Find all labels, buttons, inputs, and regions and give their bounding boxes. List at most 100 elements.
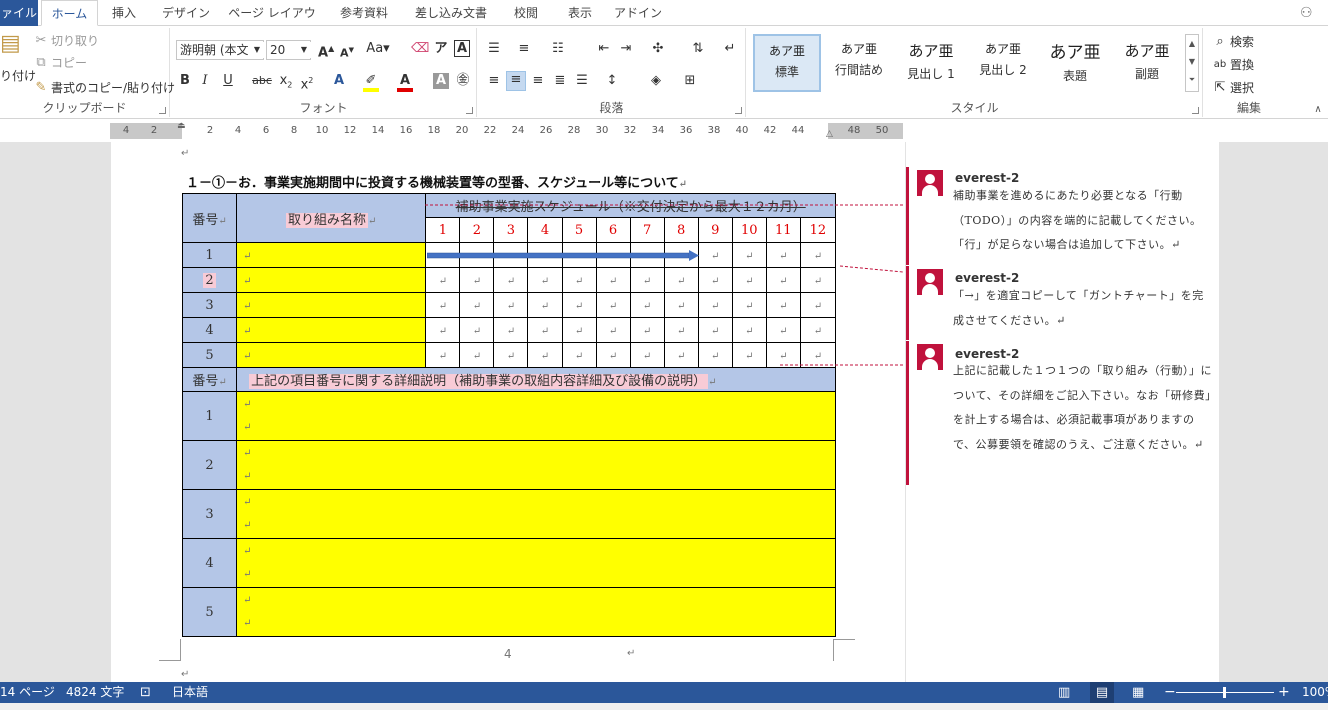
- style-subtitle[interactable]: あア亜 副題: [1113, 34, 1181, 92]
- schedule-cell[interactable]: ↵: [425, 292, 461, 318]
- month-cell[interactable]: 1: [425, 217, 461, 243]
- enclosed-character-icon[interactable]: ㊎: [455, 73, 471, 89]
- gantt-arrow[interactable]: [427, 250, 699, 261]
- schedule-cell[interactable]: ↵: [765, 317, 801, 343]
- superscript-icon[interactable]: x2: [299, 73, 315, 93]
- schedule-cell[interactable]: ↵: [663, 292, 699, 318]
- strikethrough-icon[interactable]: abc: [251, 73, 273, 89]
- schedule-cell[interactable]: ↵: [527, 267, 563, 293]
- schedule-cell[interactable]: ↵: [765, 242, 801, 268]
- replace-button[interactable]: 置換: [1230, 57, 1254, 73]
- show-marks-icon[interactable]: ↵: [722, 41, 738, 57]
- multilevel-list-icon[interactable]: ☷: [550, 41, 566, 57]
- detail-content-cell[interactable]: ↵ ↵: [236, 391, 836, 441]
- numbering-icon[interactable]: ≡: [516, 41, 532, 57]
- increase-indent-icon[interactable]: ⇥: [618, 41, 634, 57]
- schedule-cell[interactable]: ↵: [629, 342, 665, 368]
- language[interactable]: 日本語: [172, 682, 208, 703]
- page-count[interactable]: 14 ページ: [0, 682, 55, 703]
- schedule-cell[interactable]: ↵: [493, 317, 529, 343]
- clear-formatting-icon[interactable]: ⌫: [411, 41, 429, 57]
- schedule-cell[interactable]: ↵: [799, 317, 837, 343]
- month-cell[interactable]: 3: [493, 217, 529, 243]
- tab-insert[interactable]: 挿入: [104, 0, 144, 26]
- schedule-cell[interactable]: ↵: [595, 317, 631, 343]
- character-shading-icon[interactable]: A: [433, 73, 449, 89]
- tab-file[interactable]: ァイル: [0, 0, 38, 26]
- schedule-cell[interactable]: ↵: [697, 242, 733, 268]
- schedule-cell[interactable]: ↵: [561, 342, 597, 368]
- select-button[interactable]: 選択: [1230, 80, 1254, 96]
- month-cell[interactable]: 9: [697, 217, 733, 243]
- bullets-icon[interactable]: ☰: [486, 41, 502, 57]
- underline-icon[interactable]: U: [220, 73, 236, 89]
- zoom-slider-thumb[interactable]: [1223, 687, 1226, 698]
- detail-content-cell[interactable]: ↵ ↵: [236, 538, 836, 588]
- task-name-cell[interactable]: ↵: [236, 242, 427, 268]
- schedule-header-cell[interactable]: 補助事業実施スケジュール（※交付決定から最大１２カ月）: [425, 193, 836, 218]
- schedule-cell[interactable]: ↵: [663, 317, 699, 343]
- format-painter-button[interactable]: 書式のコピー/貼り付け: [51, 80, 175, 96]
- borders-icon[interactable]: ⊞: [682, 73, 698, 89]
- zoom-out-icon[interactable]: −: [1164, 682, 1176, 703]
- right-indent-marker[interactable]: △: [826, 129, 833, 139]
- style-heading-1[interactable]: あア亜 見出し 1: [897, 34, 965, 92]
- comment-2[interactable]: everest-2 「→」を適宜コピーして「ガントチャート」を完成させてください…: [906, 266, 1219, 340]
- collapse-ribbon-icon[interactable]: ∧: [1310, 102, 1326, 118]
- tab-mailings[interactable]: 差し込み文書: [410, 0, 492, 26]
- task-name-cell[interactable]: ↵: [236, 317, 427, 343]
- cut-button[interactable]: 切り取り: [51, 33, 99, 49]
- schedule-cell[interactable]: ↵: [459, 292, 495, 318]
- row-number-cell[interactable]: 5: [181, 342, 238, 368]
- month-cell[interactable]: 10: [731, 217, 767, 243]
- text-direction-icon[interactable]: ✣: [650, 41, 666, 57]
- detail-number-cell[interactable]: 4: [181, 538, 238, 588]
- paste-icon[interactable]: ▤: [0, 33, 21, 55]
- detail-content-cell[interactable]: ↵ ↵: [236, 587, 836, 637]
- schedule-cell[interactable]: ↵: [697, 317, 733, 343]
- schedule-cell[interactable]: ↵: [629, 317, 665, 343]
- detail-content-cell[interactable]: ↵ ↵: [236, 440, 836, 490]
- zoom-in-icon[interactable]: +: [1278, 682, 1290, 703]
- schedule-cell[interactable]: ↵: [493, 292, 529, 318]
- month-cell[interactable]: 8: [663, 217, 699, 243]
- schedule-cell[interactable]: ↵: [697, 292, 733, 318]
- text-effects-icon[interactable]: A: [331, 73, 347, 89]
- schedule-cell[interactable]: ↵: [663, 267, 699, 293]
- horizontal-ruler[interactable]: 4 2 2 4 6 8 10 12 14 16 18 20 22 24 26 2…: [110, 121, 903, 139]
- detail-header-cell[interactable]: 上記の項目番号に関する詳細説明（補助事業の取組内容詳細及び設備の説明） ↵: [236, 367, 836, 392]
- font-launcher[interactable]: [466, 107, 473, 114]
- schedule-cell[interactable]: ↵: [629, 267, 665, 293]
- proofing-icon[interactable]: ⊡: [140, 682, 151, 703]
- clipboard-launcher[interactable]: [159, 107, 166, 114]
- schedule-cell[interactable]: ↵: [425, 317, 461, 343]
- month-cell[interactable]: 5: [561, 217, 597, 243]
- schedule-cell[interactable]: ↵: [425, 342, 461, 368]
- month-cell[interactable]: 11: [765, 217, 801, 243]
- schedule-cell[interactable]: ↵: [697, 267, 733, 293]
- italic-icon[interactable]: I: [197, 73, 213, 89]
- schedule-cell[interactable]: ↵: [527, 317, 563, 343]
- detail-content-cell[interactable]: ↵ ↵: [236, 489, 836, 539]
- align-right-icon[interactable]: ≡: [530, 73, 546, 89]
- style-normal[interactable]: あア亜 標準: [753, 34, 821, 92]
- detail-number-cell[interactable]: 5: [181, 587, 238, 637]
- schedule-cell[interactable]: ↵: [459, 317, 495, 343]
- align-center-icon[interactable]: ≡: [506, 71, 526, 91]
- detail-number-cell[interactable]: 1: [181, 391, 238, 441]
- read-mode-icon[interactable]: ▥: [1058, 682, 1070, 703]
- schedule-cell[interactable]: ↵: [731, 317, 767, 343]
- bold-icon[interactable]: B: [177, 73, 193, 89]
- tab-review[interactable]: 校閲: [506, 0, 546, 26]
- shading-icon[interactable]: ◈: [648, 73, 664, 89]
- schedule-cell[interactable]: ↵: [595, 342, 631, 368]
- task-name-cell[interactable]: ↵: [236, 267, 427, 293]
- copy-button[interactable]: コピー: [51, 55, 87, 71]
- row-number-cell[interactable]: 2: [181, 267, 238, 293]
- month-cell[interactable]: 7: [629, 217, 665, 243]
- header-number-cell[interactable]: 番号↵: [181, 193, 238, 243]
- tab-references[interactable]: 参考資料: [332, 0, 396, 26]
- tab-home[interactable]: ホーム: [41, 0, 98, 26]
- detail-number-cell[interactable]: 3: [181, 489, 238, 539]
- shrink-font-icon[interactable]: A▼: [339, 42, 355, 62]
